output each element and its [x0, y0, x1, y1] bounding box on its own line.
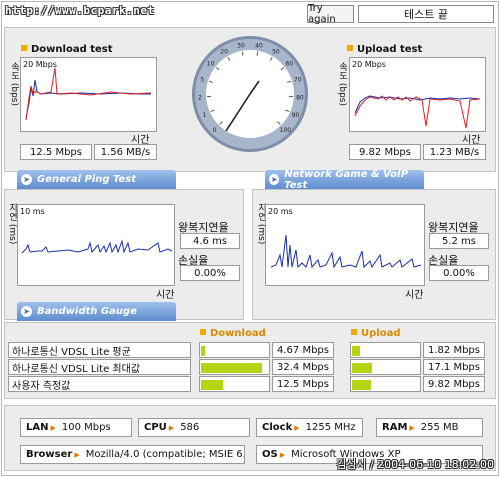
test-status: 테스트 끝: [358, 5, 494, 23]
speedometer-tick-label: 80: [296, 95, 304, 102]
download-bar-fill: [201, 380, 223, 390]
capture-stamp: 김성시 / 2004-06-10 18:02:00: [336, 458, 494, 471]
download-bullet-icon: [21, 45, 27, 51]
triangle-right-icon: ▶: [74, 450, 80, 459]
download-speed-bytes: 1.56 MB/s: [94, 144, 157, 160]
speedometer-tick-label: 30: [237, 42, 245, 49]
upload-bullet-icon: [347, 45, 353, 51]
upload-bullet-icon: [351, 329, 357, 335]
speedometer-tick-label: 2: [198, 95, 202, 102]
upload-bar-fill: [352, 380, 371, 390]
game-loss-value: 0.00%: [429, 265, 489, 281]
speedometer-tick-label: 5: [200, 77, 204, 84]
speedometer: 0 1 2 5 10 20 30 40 50 60 70 80 90 100: [192, 36, 308, 152]
upload-speed-bytes: 1.23 MB/s: [423, 144, 486, 160]
game-graph: 20 ms: [265, 204, 425, 286]
speedometer-tick-label: 20: [220, 49, 228, 56]
clock-info: Clock ▶ 1255 MHz: [256, 418, 363, 437]
speedometer-tick-label: 60: [286, 61, 294, 68]
ping-loss-value: 0.00%: [180, 265, 240, 281]
triangle-right-icon: ▶: [409, 423, 415, 432]
tab-general-ping[interactable]: ➤ General Ping Test: [17, 170, 176, 189]
download-value: 12.5 Mbps: [272, 376, 334, 392]
ping-xlabel: 시간: [156, 290, 175, 301]
speedometer-tick-label: 10: [207, 61, 215, 68]
try-again-button[interactable]: Try again: [307, 3, 354, 25]
triangle-right-icon: ▶: [294, 423, 300, 432]
game-xlabel: 시간: [405, 290, 424, 301]
download-bar-fill: [201, 363, 262, 373]
download-value: 4.67 Mbps: [272, 342, 334, 358]
gauge-download-header: Download: [200, 328, 266, 339]
upload-graph-lines: [354, 95, 481, 129]
gauge-row-label: 하나로통신 VDSL Lite 최대값: [8, 359, 191, 375]
arrow-right-icon: ➤: [21, 174, 32, 185]
download-bullet-icon: [200, 329, 206, 335]
upload-value: 9.82 Mbps: [423, 376, 485, 392]
upload-bar-fill: [352, 346, 360, 356]
arrow-right-icon: ➤: [21, 306, 32, 317]
arrow-right-icon: ➤: [269, 174, 280, 185]
tab-bandwidth-gauge[interactable]: ➤ Bandwidth Gauge: [17, 302, 176, 321]
gauge-row-label: 사용자 측정값: [8, 376, 191, 392]
download-bar: [199, 342, 270, 358]
game-graph-line: [270, 234, 422, 269]
upload-bar-fill: [352, 363, 372, 373]
download-speed-bps: 12.5 Mbps: [20, 144, 92, 160]
cpu-info: CPU ▶ 586: [138, 418, 250, 437]
lan-info: LAN ▶ 100 Mbps: [20, 418, 132, 437]
upload-ylabel: 속도 (bps): [337, 62, 347, 106]
upload-speed-bps: 9.82 Mbps: [349, 144, 421, 160]
download-graph: 20 Mbps: [20, 57, 157, 132]
triangle-right-icon: ▶: [50, 423, 56, 432]
speedometer-tick-label: 70: [294, 77, 302, 84]
upload-bar: [350, 376, 421, 392]
upload-title: Upload test: [347, 44, 422, 55]
tab-network-game-voip[interactable]: ➤ Network Game & VoIP Test: [265, 169, 424, 191]
download-value: 32.4 Mbps: [272, 359, 334, 375]
browser-info: Browser ▶ Mozilla/4.0 (compatible; MSIE 6.…: [20, 445, 245, 464]
triangle-right-icon: ▶: [279, 450, 286, 459]
upload-value: 17.1 Mbps: [423, 359, 485, 375]
upload-value: 1.82 Mbps: [423, 342, 485, 358]
download-graph-lines: [25, 67, 152, 121]
ping-graph: 10 ms: [17, 204, 175, 286]
download-title: Download test: [21, 44, 113, 55]
ping-graph-line: [21, 239, 173, 254]
speedometer-tick-label: 40: [255, 42, 263, 49]
download-bar-fill: [201, 346, 205, 356]
game-rtt-value: 5.2 ms: [429, 233, 489, 249]
speedometer-tick-label: 1: [202, 112, 206, 119]
site-url: http://www.bcpark.net: [5, 4, 155, 17]
upload-graph: 20 Mbps: [349, 57, 486, 132]
download-bar: [199, 359, 270, 375]
gauge-upload-header: Upload: [351, 328, 400, 339]
upload-bar: [350, 342, 421, 358]
ping-rtt-value: 4.6 ms: [180, 233, 240, 249]
gauge-row-label: 하나로통신 VDSL Lite 평균: [8, 342, 191, 358]
download-bar: [199, 376, 270, 392]
speedometer-tick-label: 90: [292, 112, 300, 119]
speedometer-tick-label: 0: [213, 127, 217, 134]
upload-bar: [350, 359, 421, 375]
speedometer-tick-label: 100: [280, 127, 292, 134]
speedometer-tick-label: 50: [272, 49, 280, 56]
ram-info: RAM ▶ 255 MB: [376, 418, 483, 437]
triangle-right-icon: ▶: [168, 423, 175, 432]
